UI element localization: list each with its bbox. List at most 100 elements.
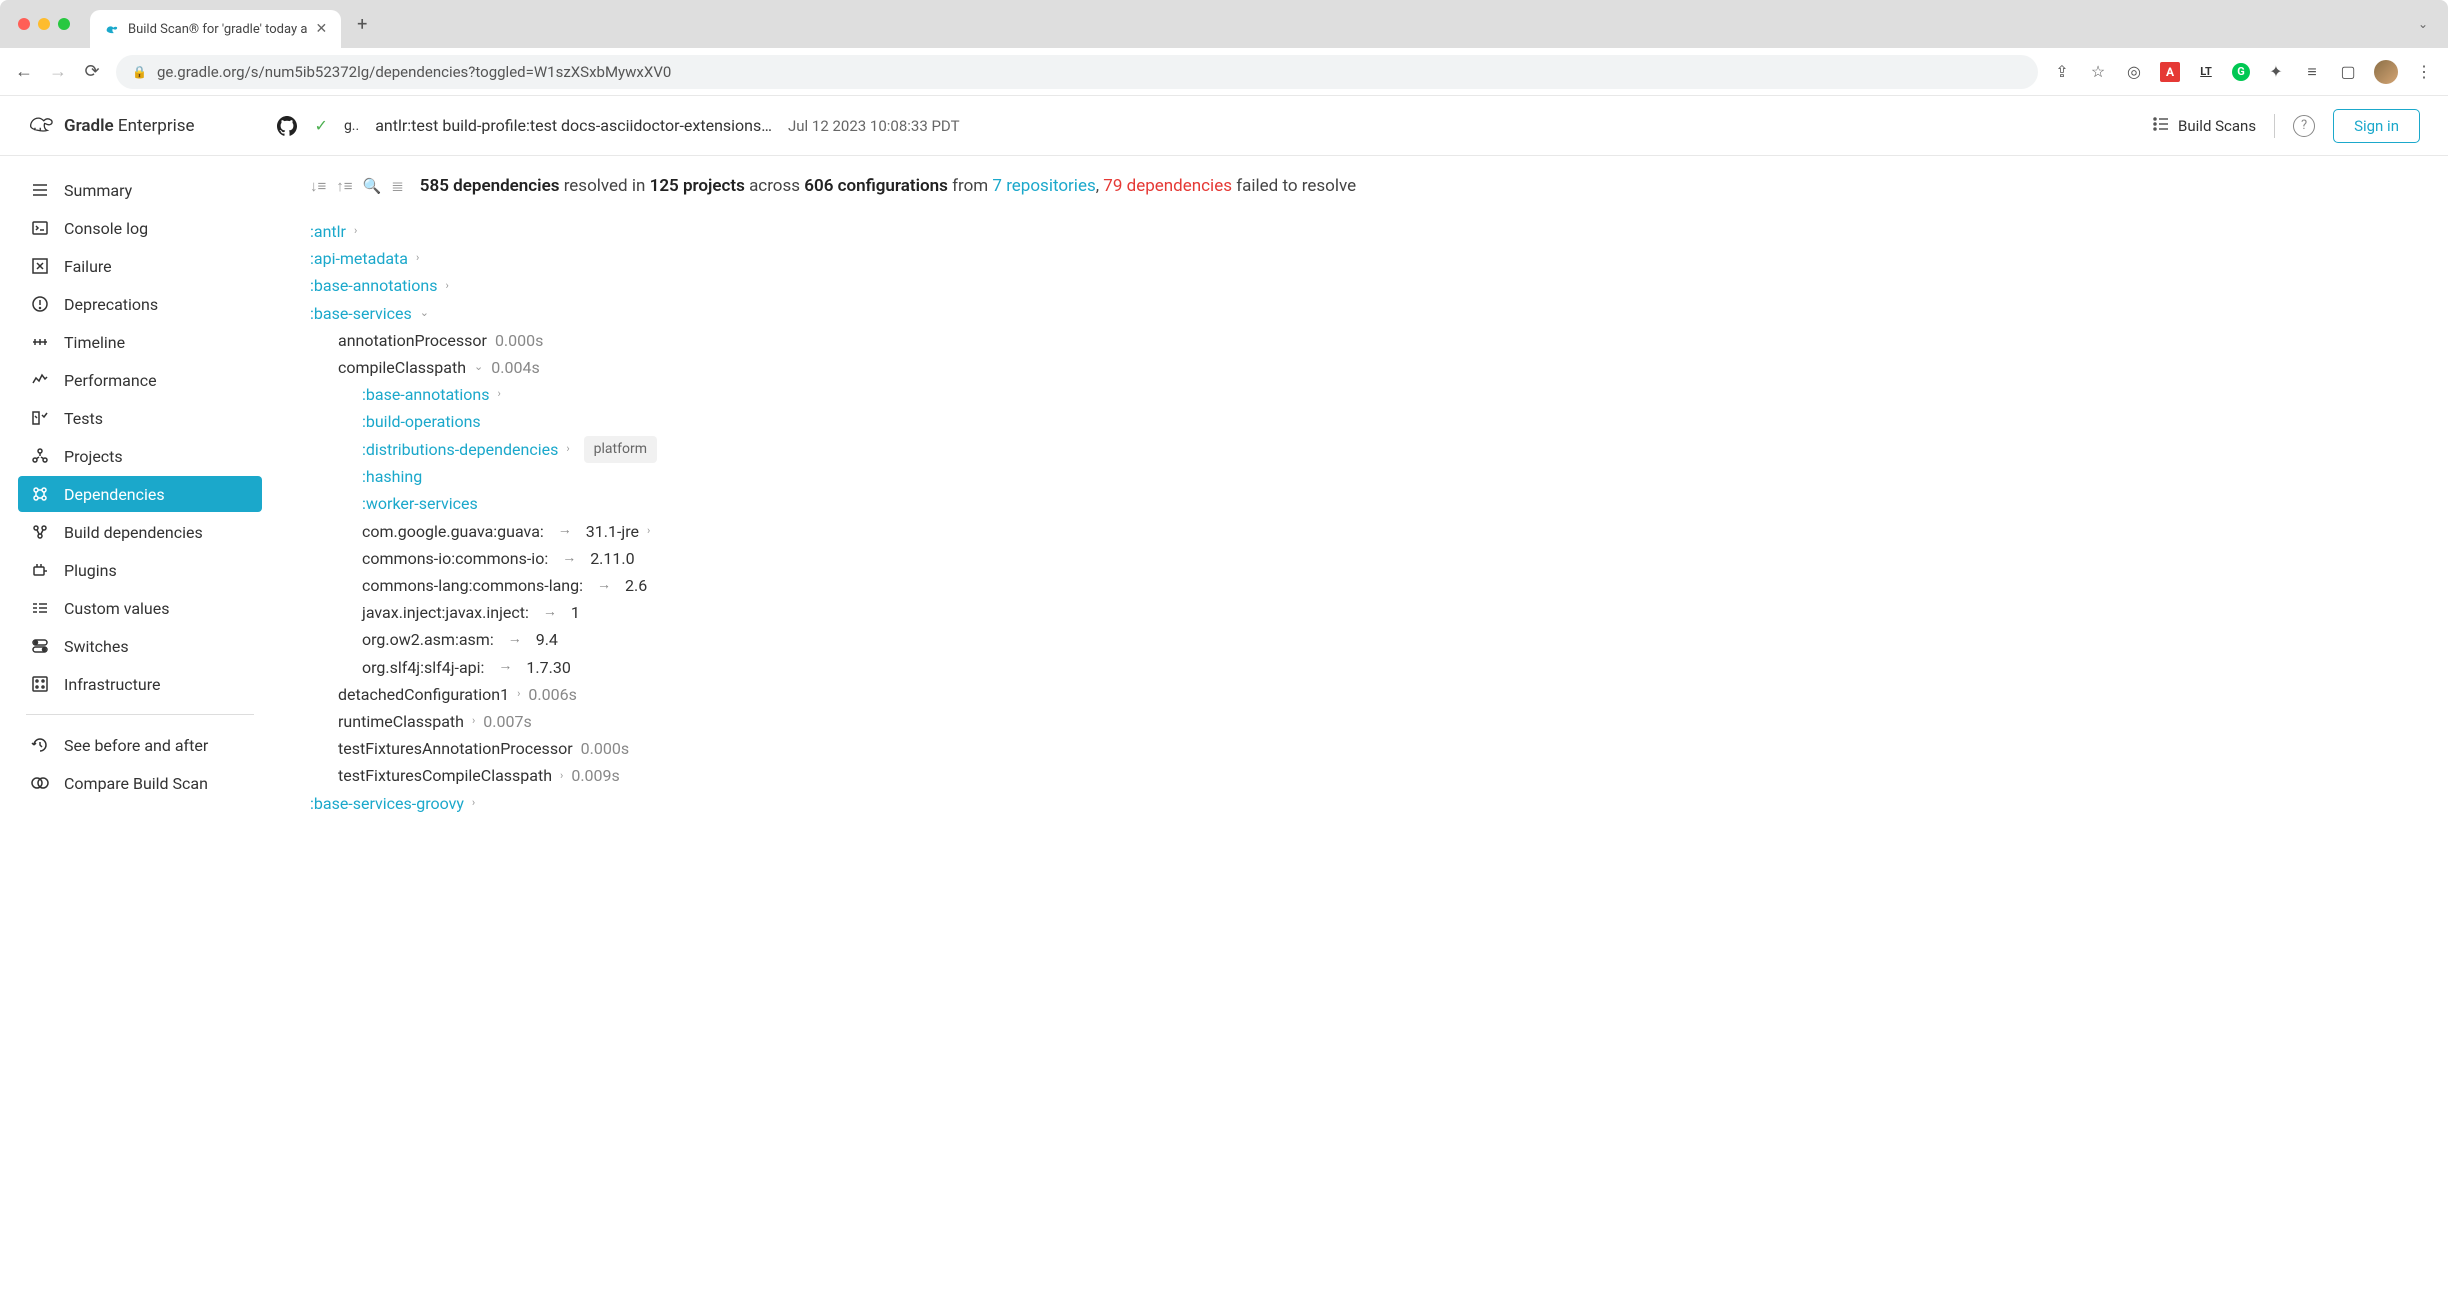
tree-dep-build-operations[interactable]: :build-operations <box>362 408 2418 435</box>
search-icon[interactable]: 🔍 <box>363 177 382 195</box>
gradle-logo[interactable]: Gradle Enterprise <box>28 112 195 140</box>
extension-grammarly-icon[interactable]: G <box>2232 63 2250 81</box>
extension-a-icon[interactable]: A <box>2160 62 2180 82</box>
sidebar-item-performance[interactable]: Performance <box>18 362 262 398</box>
sort-down-icon[interactable]: ↓≡ <box>310 177 326 195</box>
sidebar-item-custom-values[interactable]: Custom values <box>18 590 262 626</box>
arrow-icon: → <box>597 574 611 598</box>
projects-icon <box>30 446 50 466</box>
sidebar-item-compare[interactable]: Compare Build Scan <box>18 765 262 801</box>
close-tab-icon[interactable]: ✕ <box>315 21 327 37</box>
maximize-window-button[interactable] <box>58 18 70 30</box>
performance-icon <box>30 370 50 390</box>
tree-dep-commons-io[interactable]: commons-io:commons-io:→2.11.0 <box>362 545 2418 572</box>
plugins-icon <box>30 560 50 580</box>
sidebar-item-failure[interactable]: Failure <box>18 248 262 284</box>
logo-text-bold: Gradle <box>64 116 114 136</box>
app-header: Gradle Enterprise ✓ g.. antlr:test build… <box>0 96 2448 156</box>
arrow-icon: → <box>498 655 512 679</box>
chevron-right-icon: › <box>498 385 501 404</box>
browser-tab[interactable]: Build Scan® for 'gradle' today a ✕ <box>90 10 341 48</box>
summary-icon <box>30 180 50 200</box>
list-icon <box>2152 115 2170 137</box>
sidebar-item-switches[interactable]: Switches <box>18 628 262 664</box>
sort-up-icon[interactable]: ↑≡ <box>336 177 352 195</box>
tree-node-test-fx-anno[interactable]: testFixturesAnnotationProcessor 0.000s <box>338 735 2418 762</box>
arrow-icon: → <box>562 547 576 571</box>
window-controls <box>18 18 70 30</box>
tabs-overflow-icon[interactable]: ⌄ <box>2418 17 2428 31</box>
tree-dep-commons-lang[interactable]: commons-lang:commons-lang:→2.6 <box>362 572 2418 599</box>
bookmark-icon[interactable]: ☆ <box>2088 62 2108 82</box>
chevron-down-icon: ⌄ <box>420 304 429 323</box>
sidebar-item-before-after[interactable]: See before and after <box>18 727 262 763</box>
sidebar-item-timeline[interactable]: Timeline <box>18 324 262 360</box>
switches-icon <box>30 636 50 656</box>
reading-list-icon[interactable]: ≡ <box>2302 62 2322 82</box>
sidebar-item-console[interactable]: Console log <box>18 210 262 246</box>
menu-icon[interactable]: ⋮ <box>2414 62 2434 82</box>
tab-title: Build Scan® for 'gradle' today a <box>128 22 307 37</box>
tree-node-base-services-groovy[interactable]: :base-services-groovy› <box>310 790 2418 817</box>
sidebar-item-projects[interactable]: Projects <box>18 438 262 474</box>
failure-icon <box>30 256 50 276</box>
warning-icon <box>30 294 50 314</box>
failed-deps-link[interactable]: 79 dependencies <box>1103 176 1232 196</box>
address-bar[interactable]: 🔒 ge.gradle.org/s/num5ib52372lg/dependen… <box>116 55 2038 89</box>
sidebar-item-plugins[interactable]: Plugins <box>18 552 262 588</box>
tree-dep-base-annotations[interactable]: :base-annotations› <box>362 381 2418 408</box>
tree-node-antlr[interactable]: :antlr› <box>310 218 2418 245</box>
sidebar-item-dependencies[interactable]: Dependencies <box>18 476 262 512</box>
help-button[interactable]: ? <box>2293 115 2315 137</box>
tree-node-runtime[interactable]: runtimeClasspath › 0.007s <box>338 708 2418 735</box>
tests-icon <box>30 408 50 428</box>
sidebar-item-build-deps[interactable]: Build dependencies <box>18 514 262 550</box>
tree-node-compile-classpath[interactable]: compileClasspath ⌄ 0.004s <box>338 354 2418 381</box>
summary-bar: ↓≡ ↑≡ 🔍 ≣ 585 dependencies resolved in 1… <box>310 176 2418 196</box>
tree-node-detached[interactable]: detachedConfiguration1 › 0.006s <box>338 681 2418 708</box>
divider <box>2274 114 2275 138</box>
github-icon[interactable] <box>275 114 299 138</box>
share-icon[interactable]: ⇪ <box>2052 62 2072 82</box>
extension-lt-icon[interactable]: LT <box>2196 62 2216 82</box>
sidebar-item-deprecations[interactable]: Deprecations <box>18 286 262 322</box>
sidebar-item-infrastructure[interactable]: Infrastructure <box>18 666 262 702</box>
elephant-icon <box>28 112 56 140</box>
chevron-right-icon: › <box>647 522 650 541</box>
sidebar-item-tests[interactable]: Tests <box>18 400 262 436</box>
back-button[interactable]: ← <box>14 61 34 82</box>
reload-button[interactable]: ⟳ <box>82 61 102 82</box>
tree-node-base-services[interactable]: :base-services⌄ <box>310 300 2418 327</box>
infrastructure-icon <box>30 674 50 694</box>
tree-dep-slf4j[interactable]: org.slf4j:slf4j-api:→1.7.30 <box>362 654 2418 681</box>
tree-node-test-fx-compile[interactable]: testFixturesCompileClasspath › 0.009s <box>338 762 2418 789</box>
build-scans-link[interactable]: Build Scans <box>2152 115 2256 137</box>
minimize-window-button[interactable] <box>38 18 50 30</box>
arrow-icon: → <box>543 601 557 625</box>
tree-node-api-metadata[interactable]: :api-metadata› <box>310 245 2418 272</box>
tree-node-annotation-processor[interactable]: annotationProcessor 0.000s <box>338 327 2418 354</box>
repositories-link[interactable]: 7 repositories <box>992 176 1095 196</box>
tree-dep-hashing[interactable]: :hashing <box>362 463 2418 490</box>
side-panel-icon[interactable]: ▢ <box>2338 62 2358 82</box>
filter-icon[interactable]: ≣ <box>391 177 404 195</box>
tree-dep-asm[interactable]: org.ow2.asm:asm:→9.4 <box>362 626 2418 653</box>
chevron-right-icon: › <box>416 249 419 268</box>
extension-scope-icon[interactable]: ◎ <box>2124 62 2144 82</box>
new-tab-button[interactable]: + <box>357 14 367 35</box>
build-title: antlr:test build-profile:test docs-ascii… <box>375 116 772 135</box>
sign-in-button[interactable]: Sign in <box>2333 109 2420 143</box>
lock-icon: 🔒 <box>132 65 147 79</box>
close-window-button[interactable] <box>18 18 30 30</box>
profile-avatar[interactable] <box>2374 60 2398 84</box>
tree-dep-distributions[interactable]: :distributions-dependencies›platform <box>362 436 2418 464</box>
tree-dep-javax-inject[interactable]: javax.inject:javax.inject:→1 <box>362 599 2418 626</box>
extensions-icon[interactable]: ✦ <box>2266 62 2286 82</box>
tree-node-base-annotations[interactable]: :base-annotations› <box>310 272 2418 299</box>
compare-icon <box>30 773 50 793</box>
chevron-right-icon: › <box>446 277 449 296</box>
forward-button[interactable]: → <box>48 61 68 82</box>
sidebar-item-summary[interactable]: Summary <box>18 172 262 208</box>
tree-dep-guava[interactable]: com.google.guava:guava:→31.1-jre› <box>362 518 2418 545</box>
tree-dep-worker-services[interactable]: :worker-services <box>362 490 2418 517</box>
